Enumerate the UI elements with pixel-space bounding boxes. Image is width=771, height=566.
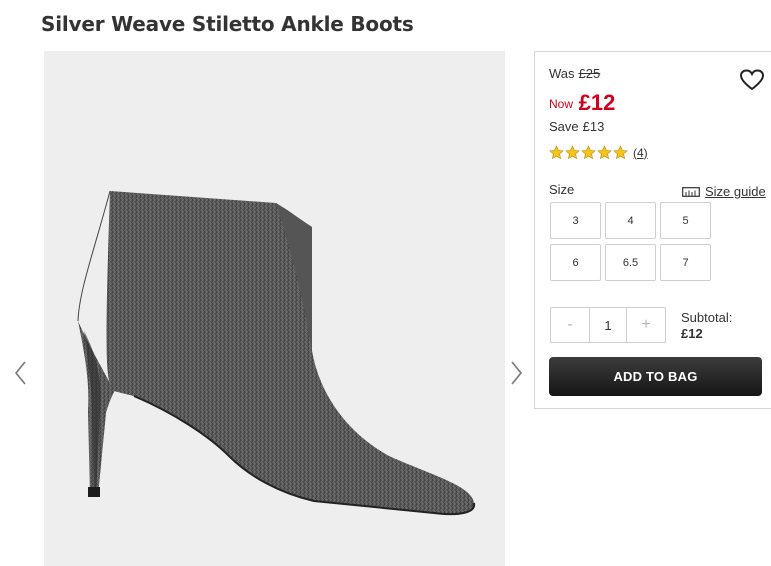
quantity-input[interactable]: 1	[589, 308, 627, 342]
ruler-icon	[682, 186, 700, 197]
size-options: 3 4 5 6 6.5 7	[550, 202, 711, 281]
star-icon	[549, 145, 564, 160]
product-rating: (4)	[549, 145, 648, 160]
previous-image-button[interactable]	[12, 358, 28, 388]
size-option-4[interactable]: 4	[605, 202, 656, 239]
was-price-label: Was	[549, 66, 575, 81]
size-guide-label: Size guide	[705, 184, 766, 199]
size-option-3[interactable]: 3	[550, 202, 601, 239]
size-option-5[interactable]: 5	[660, 202, 711, 239]
decrease-quantity-button[interactable]: -	[551, 308, 589, 342]
save-label: Save	[549, 119, 579, 134]
save-amount: Save £13	[549, 119, 604, 134]
was-price-amount: £25	[578, 66, 601, 81]
chevron-right-icon	[511, 361, 523, 385]
quantity-stepper: - 1 +	[550, 307, 666, 343]
now-price-label: Now	[549, 97, 574, 111]
add-to-bag-button[interactable]: ADD TO BAG	[549, 357, 762, 396]
star-icon	[565, 145, 580, 160]
next-image-button[interactable]	[509, 358, 525, 388]
size-guide-link[interactable]: Size guide	[682, 184, 766, 199]
size-option-6-5[interactable]: 6.5	[605, 244, 656, 281]
star-icon	[613, 145, 628, 160]
was-price: Was £25	[549, 66, 600, 81]
subtotal-label: Subtotal:	[681, 310, 733, 325]
subtotal-value: £12	[681, 326, 703, 341]
increase-quantity-button[interactable]: +	[627, 308, 665, 342]
review-count-link[interactable]: (4)	[633, 146, 648, 160]
star-icon	[597, 145, 612, 160]
heart-icon	[739, 69, 765, 91]
purchase-panel: Was £25 Now £12 Save £13 (4) Size Size gui…	[534, 51, 771, 409]
product-title: Silver Weave Stiletto Ankle Boots	[41, 12, 414, 36]
size-label: Size	[549, 182, 575, 197]
product-image	[44, 51, 505, 566]
size-option-7[interactable]: 7	[660, 244, 711, 281]
star-icon	[581, 145, 596, 160]
subtotal: Subtotal: £12	[681, 310, 732, 342]
chevron-left-icon	[14, 361, 26, 385]
size-option-6[interactable]: 6	[550, 244, 601, 281]
save-value: £13	[582, 119, 605, 134]
now-price: Now £12	[549, 88, 616, 115]
add-to-wishlist-button[interactable]	[739, 68, 765, 92]
now-price-amount: £12	[578, 90, 616, 115]
star-rating	[549, 145, 628, 160]
